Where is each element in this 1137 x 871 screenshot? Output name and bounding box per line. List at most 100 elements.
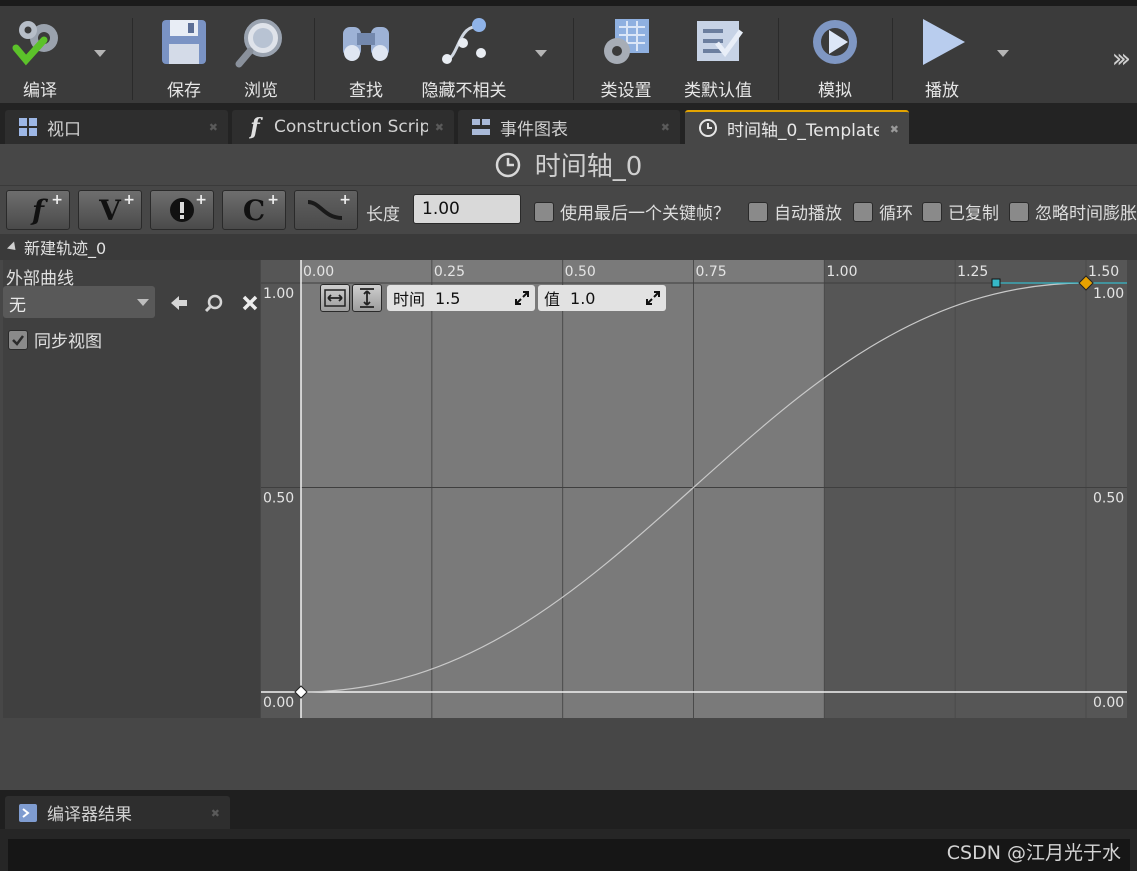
compile-gear-check-icon [10, 12, 70, 72]
add-float-track-button[interactable]: f + [6, 190, 70, 230]
add-color-track-button[interactable]: C + [222, 190, 286, 230]
watermark: CSDN @江月光于水 [946, 842, 1121, 864]
add-external-curve-button[interactable]: + [294, 190, 358, 230]
checkbox-box [922, 201, 942, 222]
toolbar-divider [778, 18, 779, 100]
clear-close-icon[interactable] [239, 292, 261, 314]
replicated-checkbox[interactable]: 已复制 [922, 199, 999, 224]
play-icon [912, 12, 972, 72]
float-track-icon: f [31, 193, 45, 227]
x-tick-label: 1.25 [957, 264, 988, 280]
curve-graph[interactable]: 0.00 0.25 0.50 0.75 1.00 1.25 1.50 1.00 1.00 0.50… [261, 260, 1127, 718]
checkbox-box [534, 201, 554, 222]
autoplay-checkbox[interactable]: 自动播放 [748, 199, 842, 224]
key-time-value: 1.5 [435, 288, 461, 308]
event-track-icon [170, 198, 194, 222]
tab-compiler-results[interactable]: 编译器结果 ✖ [5, 796, 230, 829]
toolbar-divider [132, 18, 133, 100]
replicated-label: 已复制 [948, 204, 999, 224]
class-settings-label: 类设置 [600, 81, 652, 101]
toolbar-divider [892, 18, 893, 100]
y-tick-label-left: 1.00 [263, 286, 294, 302]
checkbox-box [853, 201, 873, 222]
browse-button[interactable]: 浏览 [229, 12, 293, 102]
tab-viewport[interactable]: 视口 ✖ [5, 110, 228, 144]
find-binoculars-icon [336, 12, 396, 72]
compile-options-chevron-down-icon[interactable] [94, 50, 106, 57]
x-tick-label: 1.00 [826, 264, 857, 280]
sync-view-checkbox[interactable]: 同步视图 [8, 327, 102, 352]
hide-unrelated-label: 隐藏不相关 [421, 81, 507, 101]
hide-unrelated-button[interactable]: 隐藏不相关 [414, 12, 514, 102]
vector-track-icon: V [99, 193, 121, 227]
track-name: 新建轨迹_0 [24, 239, 107, 258]
event-graph-icon [470, 116, 492, 138]
clock-icon [495, 152, 520, 177]
tangent-handle[interactable] [991, 278, 1001, 288]
timeline-title-bar: 时间轴_0 [0, 144, 1137, 186]
use-last-keyframe-checkbox[interactable]: 使用最后一个关键帧？ [534, 199, 730, 224]
close-icon[interactable]: ✖ [211, 807, 220, 820]
close-icon[interactable]: ✖ [890, 123, 899, 136]
class-settings-button[interactable]: 类设置 [594, 12, 658, 102]
viewport-grid-icon [17, 116, 39, 138]
y-tick-label-right: 0.50 [1093, 491, 1124, 507]
length-input[interactable] [413, 194, 521, 224]
ignore-time-dilation-label: 忽略时间膨胀 [1035, 204, 1137, 224]
key-time-label: 时间 [393, 290, 426, 309]
sync-view-label: 同步视图 [34, 332, 102, 352]
y-tick-label-right: 1.00 [1093, 286, 1124, 302]
play-options-chevron-down-icon[interactable] [997, 50, 1009, 57]
checkbox-box [8, 329, 28, 350]
browse-search-icon[interactable] [203, 292, 225, 314]
close-icon[interactable]: ✖ [661, 121, 670, 134]
curve-graph-canvas[interactable]: 0.00 0.25 0.50 0.75 1.00 1.25 1.50 1.00 1.00 0.50… [261, 260, 1127, 718]
track-header[interactable]: 新建轨迹_0 [0, 234, 1137, 260]
add-event-track-button[interactable]: + [150, 190, 214, 230]
hide-unrelated-icon [434, 12, 494, 72]
compile-button[interactable]: 编译 [8, 12, 72, 102]
close-icon[interactable]: ✖ [435, 121, 444, 134]
checkmark-icon [12, 334, 24, 346]
save-label: 保存 [167, 81, 201, 101]
compiler-results-label: 编译器结果 [47, 805, 132, 825]
y-tick-label-right: 0.00 [1093, 695, 1124, 711]
find-button[interactable]: 查找 [334, 12, 398, 102]
fit-horizontal-icon [324, 289, 346, 307]
checkbox-box [1009, 201, 1029, 222]
simulate-button[interactable]: 模拟 [803, 12, 867, 102]
compile-label: 编译 [23, 81, 57, 101]
fit-vertical-button[interactable] [352, 284, 382, 312]
add-vector-track-button[interactable]: V + [78, 190, 142, 230]
close-icon[interactable]: ✖ [209, 121, 218, 134]
ignore-time-dilation-checkbox[interactable]: 忽略时间膨胀 [1009, 199, 1137, 224]
play-button[interactable]: 播放 [910, 12, 974, 102]
fit-horizontal-button[interactable] [320, 284, 350, 312]
class-defaults-button[interactable]: 类默认值 [680, 12, 756, 102]
collapse-triangle-icon[interactable] [6, 240, 20, 254]
key-time-field[interactable]: 时间 1.5 [387, 285, 535, 311]
loop-checkbox[interactable]: 循环 [853, 199, 913, 224]
tab-event-graph[interactable]: 事件图表 ✖ [458, 110, 680, 144]
play-label: 播放 [925, 81, 959, 101]
hide-unrelated-options-chevron-down-icon[interactable] [535, 50, 547, 57]
expand-arrows-icon [515, 291, 529, 305]
key-value-label: 值 [544, 290, 561, 309]
use-last-keyframe-label: 使用最后一个关键帧？ [560, 204, 730, 224]
save-button[interactable]: 保存 [152, 12, 216, 102]
find-label: 查找 [349, 81, 383, 101]
more-chevron-icon[interactable]: ››› [1112, 44, 1131, 74]
x-tick-label: 0.75 [696, 264, 727, 280]
key-value-field[interactable]: 值 1.0 [538, 285, 666, 311]
key-value-value: 1.0 [570, 288, 596, 308]
simulate-icon [805, 12, 865, 72]
tab-timeline-template[interactable]: 时间轴_0_Template ✖ [685, 110, 909, 144]
document-tab-bar: 视口 ✖ f Construction Script ✖ 事件图表 ✖ 时间轴_… [0, 103, 1137, 144]
external-curve-select[interactable]: 无 [3, 286, 155, 318]
tab-construction-script[interactable]: f Construction Script ✖ [232, 110, 454, 144]
use-selected-arrow-icon[interactable] [168, 292, 190, 314]
loop-label: 循环 [879, 204, 913, 224]
class-defaults-icon [688, 12, 748, 72]
toolbar-divider [314, 18, 315, 100]
browse-magnifier-icon [231, 12, 291, 72]
